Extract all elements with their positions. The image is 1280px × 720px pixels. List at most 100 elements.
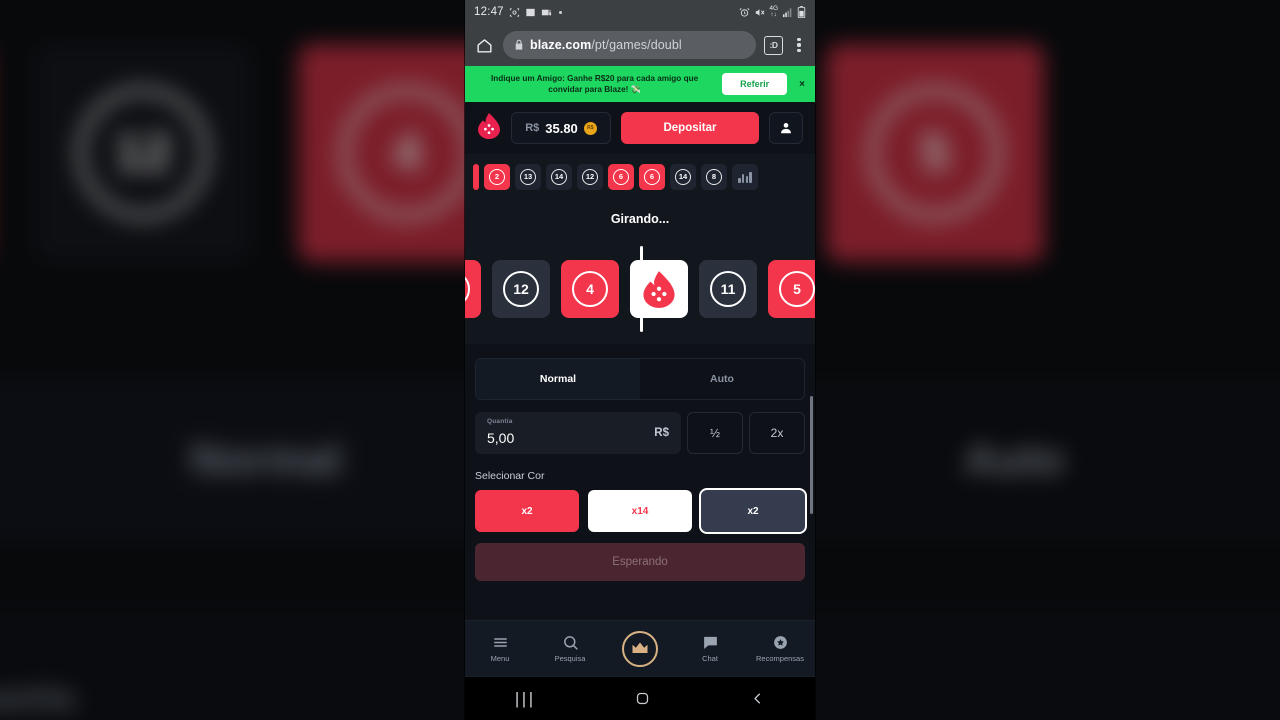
reel-center-marker: [640, 246, 643, 332]
bet-mode-tabs: Normal Auto: [475, 358, 805, 400]
bet-red-button[interactable]: x2: [475, 490, 579, 532]
history-chip[interactable]: 14: [546, 164, 572, 190]
blaze-flame-logo: [643, 270, 675, 308]
crown-button[interactable]: [622, 630, 658, 667]
home-icon[interactable]: [473, 34, 495, 56]
status-bar-right: 4G ↑↓: [739, 5, 806, 18]
history-chip-value: 14: [551, 169, 567, 185]
browser-toolbar: blaze.com/pt/games/doubl :D: [465, 24, 815, 66]
dot-indicator-icon: [558, 10, 562, 14]
referral-banner-text: Indique um Amigo: Ganhe R$20 para cada a…: [490, 74, 699, 94]
crown-icon: [632, 642, 648, 653]
history-chip[interactable]: 12: [577, 164, 603, 190]
history-chip[interactable]: 14: [670, 164, 696, 190]
address-bar[interactable]: blaze.com/pt/games/doubl: [503, 31, 756, 59]
image-icon: [526, 8, 535, 16]
url-domain: blaze.com: [530, 38, 592, 52]
roulette-reel: 0 12 4 11 5: [465, 234, 815, 344]
reel-tile-value: 11: [710, 271, 746, 307]
reel-tile-white: [630, 260, 688, 318]
nav-label-search: Pesquisa: [554, 654, 586, 663]
nav-item-search[interactable]: Pesquisa: [535, 634, 605, 663]
person-icon: [781, 123, 791, 134]
reel-tile: 12: [492, 260, 550, 318]
network-type-icon: 4G ↑↓: [769, 5, 778, 18]
bet-black-button[interactable]: x2: [701, 490, 805, 532]
history-chip[interactable]: 8: [701, 164, 727, 190]
back-icon[interactable]: [750, 691, 765, 706]
reel-tile-value: 0: [465, 271, 470, 307]
kebab-menu-icon[interactable]: [791, 37, 807, 53]
amount-input[interactable]: Quantia 5,00 R$: [475, 412, 681, 454]
deposit-button[interactable]: Depositar: [621, 112, 759, 144]
url-text: blaze.com/pt/games/doubl: [530, 38, 682, 52]
half-amount-button[interactable]: ½: [687, 412, 743, 454]
reel-tile: 4: [561, 260, 619, 318]
tab-auto[interactable]: Auto: [640, 359, 804, 399]
backdrop-tile-value: 12: [77, 87, 209, 219]
status-bar-clock: 12:47: [474, 6, 504, 18]
nav-item-rewards[interactable]: Recompensas: [745, 634, 815, 663]
lock-icon: [515, 39, 523, 50]
backdrop-tile-value: 5: [869, 87, 1001, 219]
history-chip-value: 8: [706, 169, 722, 185]
results-history-strip: 2 13 14 12 6 6 14 8: [465, 154, 815, 200]
url-path: /pt/games/doubl: [591, 38, 682, 52]
tab-counter-button[interactable]: :D: [764, 35, 783, 55]
history-chip[interactable]: 13: [515, 164, 541, 190]
screenshot-icon: [541, 9, 551, 15]
nav-label-chat: Chat: [702, 654, 718, 663]
alarm-icon: [739, 7, 750, 17]
history-chip[interactable]: 6: [639, 164, 665, 190]
nav-item-chat[interactable]: Chat: [675, 634, 745, 663]
coin-icon: R$: [583, 121, 597, 135]
nav-item-crown[interactable]: [605, 630, 675, 667]
amount-row: Quantia 5,00 R$ ½ 2x: [475, 412, 805, 454]
spin-status-text: Girando...: [610, 212, 670, 226]
referral-banner: Indique um Amigo: Ganhe R$20 para cada a…: [465, 66, 815, 102]
phone-viewport: 12:47 4G ↑↓ blaze.com/pt/games/doubl:D …: [465, 0, 815, 720]
history-chip-value: 13: [520, 169, 536, 185]
reel-tile: 0: [465, 260, 481, 318]
web-page-content: Indique um Amigo: Ganhe R$20 para cada a…: [465, 66, 815, 676]
signal-icon: [782, 7, 792, 17]
search-icon: [563, 636, 578, 650]
history-chip-value: 6: [644, 169, 660, 185]
bet-white-button[interactable]: x14: [588, 490, 692, 532]
balance-currency: R$: [525, 122, 540, 134]
page-scrollbar[interactable]: [810, 396, 813, 514]
history-partial-chip: [473, 164, 479, 190]
balance-display[interactable]: R$ 35.80 R$: [511, 112, 611, 144]
submit-bet-button[interactable]: Esperando: [475, 543, 805, 581]
history-chip-value: 6: [613, 169, 629, 185]
bar-chart-icon[interactable]: [732, 164, 758, 190]
amount-currency: R$: [654, 427, 669, 439]
battery-icon: [797, 6, 806, 18]
face-unlock-icon: [509, 7, 519, 17]
close-icon[interactable]: ×: [795, 79, 809, 90]
amount-value: 5,00: [487, 429, 515, 446]
reel-tile: 11: [699, 260, 757, 318]
amount-field-label: Quantia: [487, 418, 513, 425]
nav-item-menu[interactable]: Menu: [465, 634, 535, 663]
blaze-flame-logo[interactable]: [477, 112, 501, 144]
tab-normal[interactable]: Normal: [476, 359, 640, 399]
history-chip-value: 12: [582, 169, 598, 185]
reel-tile: 5: [768, 260, 815, 318]
screenshot-root: 0 12 4 11 5 Normal Auto Quantia 12:47: [0, 0, 1280, 720]
home-icon[interactable]: [635, 691, 650, 706]
history-chip[interactable]: 6: [608, 164, 634, 190]
double-amount-button[interactable]: 2x: [749, 412, 805, 454]
refer-button[interactable]: Referir: [722, 73, 788, 95]
account-button[interactable]: [769, 112, 803, 144]
reel-tile-value: 5: [779, 271, 815, 307]
history-chip-value: 14: [675, 169, 691, 185]
select-color-label: Selecionar Cor: [475, 470, 545, 482]
history-chip-value: 2: [489, 169, 505, 185]
recents-icon[interactable]: |||: [515, 689, 536, 709]
history-chip[interactable]: 2: [484, 164, 510, 190]
nav-label-rewards: Recompensas: [756, 654, 804, 663]
site-header: R$ 35.80 R$ Depositar: [465, 102, 815, 154]
double-game-panel: 2 13 14 12 6 6 14 8 Girando... 0: [465, 154, 815, 344]
color-buttons: x2 x14 x2: [475, 490, 805, 532]
